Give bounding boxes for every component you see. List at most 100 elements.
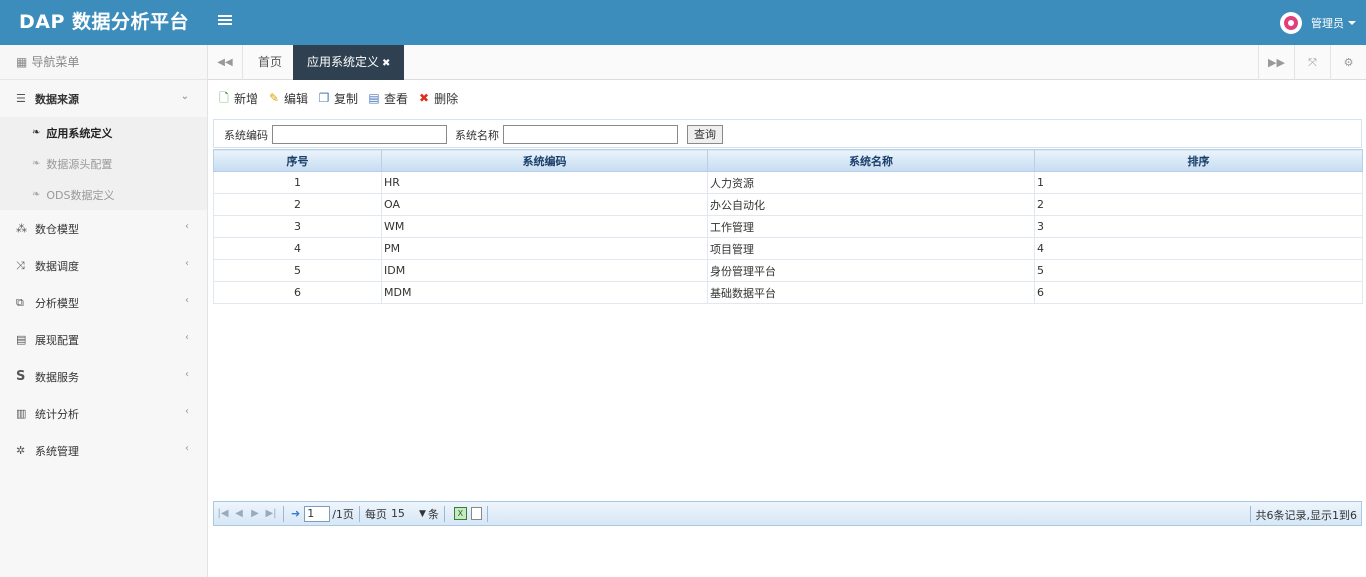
table-cell: 2	[1034, 193, 1363, 216]
last-page-icon[interactable]: ▶|	[264, 508, 278, 519]
menu-item-system-admin[interactable]: ✲ 系统管理 ‹	[0, 432, 207, 469]
per-page-select[interactable]: 15 ▼	[391, 507, 426, 520]
delete-label: 删除	[434, 91, 459, 106]
pager-divider	[1250, 506, 1251, 522]
table-cell: 3	[213, 215, 382, 238]
database-icon: ☰	[16, 92, 26, 105]
table-cell: 身份管理平台	[707, 259, 1035, 282]
document-export-icon[interactable]	[470, 507, 482, 520]
bar-chart-icon: ▥	[16, 407, 27, 420]
chevron-left-icon: ‹	[185, 295, 189, 306]
grid-header-row: 序号 系统编码 系统名称 排序	[213, 149, 1363, 172]
menu-item-display-config[interactable]: ▤ 展现配置 ‹	[0, 321, 207, 358]
table-cell: 办公自动化	[707, 193, 1035, 216]
add-label: 新增	[234, 91, 259, 106]
tab-scroll-left-icon[interactable]: ◀◀	[208, 45, 243, 80]
sub-item-app-system[interactable]: ❧ 应用系统定义	[0, 117, 207, 148]
menu-item-data-service[interactable]: S 数据服务 ‹	[0, 358, 207, 395]
caret-down-icon[interactable]	[1348, 21, 1356, 25]
prev-page-icon[interactable]: ◀	[232, 508, 246, 519]
table-cell: 1	[213, 171, 382, 194]
menu-toggle-icon[interactable]	[218, 13, 232, 29]
name-input[interactable]	[503, 125, 678, 144]
menu-item-data-source[interactable]: ☰ 数据来源 ⌄	[0, 80, 207, 117]
first-page-icon[interactable]: |◀	[216, 508, 230, 519]
brand-logo[interactable]: DAP 数据分析平台	[0, 0, 208, 45]
tab-label: 首页	[258, 55, 283, 69]
table-row[interactable]: 4 PM 项目管理 4	[213, 237, 1363, 260]
edit-button[interactable]: ✎ 编辑	[267, 90, 308, 107]
pager-bar: |◀ ◀ ▶ ▶| ➜ 1 /1页 每页 15 ▼ 条 X 共6条记录,显示1到…	[213, 501, 1362, 526]
page-number-input[interactable]: 1	[304, 505, 331, 522]
table-cell: MDM	[381, 281, 708, 304]
toolbar: 🗋 新增 ✎ 编辑 ❐ 复制 ▤ 查看 ✖ 删除	[217, 88, 467, 108]
view-label: 查看	[384, 91, 409, 106]
copy-button[interactable]: ❐ 复制	[317, 90, 358, 107]
avatar[interactable]	[1280, 12, 1302, 34]
menu-label: 数仓模型	[35, 222, 79, 236]
name-label: 系统名称	[455, 129, 499, 142]
sub-item-ods-define[interactable]: ❧ ODS数据定义	[0, 179, 207, 210]
tab-bar: ◀◀ 首页 应用系统定义 ✖ ▶▶ ⤧ ⚙	[208, 45, 1366, 80]
table-row[interactable]: 2 OA 办公自动化 2	[213, 193, 1363, 216]
menu-label: 系统管理	[35, 444, 79, 458]
sub-label: ODS数据定义	[46, 188, 115, 202]
column-header[interactable]: 系统名称	[707, 149, 1035, 172]
menu-item-statistics[interactable]: ▥ 统计分析 ‹	[0, 395, 207, 432]
table-cell: 人力资源	[707, 171, 1035, 194]
table-cell: 5	[1034, 259, 1363, 282]
data-grid: 序号 系统编码 系统名称 排序 1 HR 人力资源 1 2 OA 办公自动化 2…	[213, 149, 1363, 304]
table-cell: 4	[1034, 237, 1363, 260]
menu-item-scheduling[interactable]: ⤨ 数据调度 ‹	[0, 247, 207, 284]
list-icon: ▤	[368, 91, 380, 105]
chevron-left-icon: ‹	[185, 258, 189, 269]
table-cell: 5	[213, 259, 382, 282]
edit-label: 编辑	[284, 91, 309, 106]
menu-item-analysis-model[interactable]: ⧉ 分析模型 ‹	[0, 284, 207, 321]
tab-app-system[interactable]: 应用系统定义 ✖	[293, 45, 405, 80]
view-button[interactable]: ▤ 查看	[367, 90, 408, 107]
tab-scroll-right-icon[interactable]: ▶▶	[1258, 45, 1294, 80]
table-row[interactable]: 3 WM 工作管理 3	[213, 215, 1363, 238]
sidebar: ▦ 导航菜单 ☰ 数据来源 ⌄ ❧ 应用系统定义 ❧ 数据源头配置 ❧ ODS数…	[0, 45, 208, 577]
menu-item-warehouse-model[interactable]: ⁂ 数仓模型 ‹	[0, 210, 207, 247]
table-row[interactable]: 5 IDM 身份管理平台 5	[213, 259, 1363, 282]
table-row[interactable]: 1 HR 人力资源 1	[213, 171, 1363, 194]
column-header[interactable]: 排序	[1034, 149, 1363, 172]
user-menu[interactable]: 管理员	[1280, 10, 1356, 36]
gear-icon[interactable]: ⚙	[1330, 45, 1366, 80]
copy-label: 复制	[334, 91, 359, 106]
per-page-label: 每页	[364, 507, 387, 521]
excel-export-icon[interactable]: X	[453, 507, 467, 520]
chevron-left-icon: ‹	[185, 443, 189, 454]
table-cell: 1	[1034, 171, 1363, 194]
table-row[interactable]: 6 MDM 基础数据平台 6	[213, 281, 1363, 304]
pencil-icon: ✎	[268, 91, 280, 105]
close-icon[interactable]: ✖	[382, 58, 390, 69]
chevron-left-icon: ‹	[185, 406, 189, 417]
add-button[interactable]: 🗋 新增	[217, 90, 258, 107]
grid-icon: ▦	[16, 54, 28, 69]
per-page-value: 15	[390, 507, 405, 520]
menu-label: 数据服务	[35, 370, 79, 384]
column-header[interactable]: 系统编码	[381, 149, 708, 172]
fullscreen-icon[interactable]: ⤧	[1294, 45, 1330, 80]
table-cell: 工作管理	[707, 215, 1035, 238]
cubes-icon: ⁂	[16, 222, 27, 235]
column-header[interactable]: 序号	[213, 149, 382, 172]
next-page-icon[interactable]: ▶	[248, 508, 262, 519]
delete-button[interactable]: ✖ 删除	[417, 90, 458, 107]
table-cell: 6	[213, 281, 382, 304]
table-cell: 3	[1034, 215, 1363, 238]
code-input[interactable]	[272, 125, 447, 144]
menu-label: 分析模型	[35, 296, 79, 310]
sub-item-data-source-config[interactable]: ❧ 数据源头配置	[0, 148, 207, 179]
go-page-icon[interactable]: ➜	[291, 507, 300, 520]
table-cell: WM	[381, 215, 708, 238]
user-name[interactable]: 管理员	[1311, 15, 1344, 31]
query-button[interactable]: 查询	[687, 125, 723, 144]
tab-home[interactable]: 首页	[244, 45, 296, 80]
pager-divider	[443, 505, 445, 522]
per-page-unit: 条	[427, 507, 439, 521]
table-cell: IDM	[381, 259, 708, 282]
